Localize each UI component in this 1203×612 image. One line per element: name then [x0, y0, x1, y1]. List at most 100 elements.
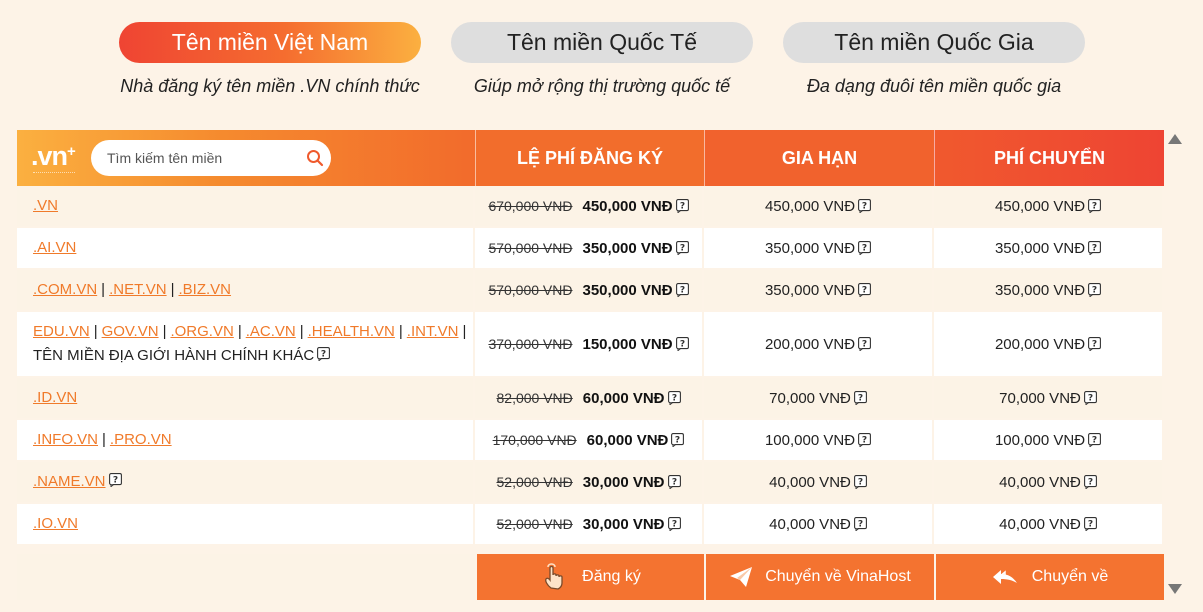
register-fee-cell: 52,000 VNĐ 30,000 VNĐ? — [475, 462, 704, 502]
help-icon[interactable]: ? — [1088, 433, 1101, 447]
tab-vietnam-domain[interactable]: Tên miền Việt Nam Nhà đăng ký tên miền .… — [119, 22, 421, 97]
help-icon[interactable]: ? — [853, 517, 867, 531]
help-icon[interactable]: ? — [675, 337, 689, 351]
svg-text:?: ? — [671, 393, 676, 403]
svg-text:?: ? — [862, 435, 867, 445]
domain-extension-link[interactable]: .VN — [33, 197, 58, 214]
svg-text:?: ? — [679, 339, 684, 349]
renew-fee-cell: 40,000 VNĐ? — [704, 504, 934, 544]
help-icon[interactable]: ? — [858, 337, 871, 351]
domain-tabs: Tên miền Việt Nam Nhà đăng ký tên miền .… — [0, 22, 1203, 102]
help-icon[interactable]: ? — [858, 433, 871, 447]
help-icon[interactable]: ? — [858, 199, 871, 213]
tab-international-domain-label[interactable]: Tên miền Quốc Tế — [451, 22, 753, 63]
svg-text:?: ? — [1088, 477, 1093, 487]
scrollbar[interactable] — [1166, 130, 1184, 600]
svg-text:?: ? — [112, 475, 117, 485]
help-icon[interactable]: ? — [1083, 391, 1097, 405]
domain-extension-link[interactable]: .HEALTH.VN — [308, 323, 395, 340]
scroll-up-arrow-icon[interactable] — [1168, 134, 1182, 144]
svg-text:?: ? — [675, 435, 680, 445]
search-icon[interactable] — [306, 149, 324, 167]
register-fee-cell: 670,000 VNĐ 450,000 VNĐ? — [475, 186, 704, 226]
domain-extension-link[interactable]: .COM.VN — [33, 281, 97, 298]
renew-price: 350,000 VNĐ — [764, 281, 856, 299]
domain-extension-link[interactable]: .NAME.VN — [33, 473, 106, 490]
domain-extension-link[interactable]: .IO.VN — [33, 515, 78, 532]
tab-international-domain[interactable]: Tên miền Quốc Tế Giúp mở rộng thị trường… — [451, 22, 753, 97]
transfer-fee-cell: 100,000 VNĐ? — [934, 420, 1164, 460]
help-icon[interactable]: ? — [667, 391, 681, 405]
svg-text:?: ? — [671, 477, 676, 487]
help-icon[interactable]: ? — [671, 433, 685, 447]
tab-country-domain-subtitle: Đa dạng đuôi tên miền quốc gia — [806, 76, 1062, 96]
renew-fee-cell: 100,000 VNĐ? — [704, 420, 934, 460]
help-icon[interactable]: ? — [675, 283, 689, 297]
help-icon[interactable]: ? — [1088, 337, 1101, 351]
svg-text:?: ? — [1092, 201, 1097, 211]
renew-fee-cell: 350,000 VNĐ? — [704, 270, 934, 310]
help-icon[interactable]: ? — [667, 475, 681, 489]
help-icon[interactable]: ? — [317, 347, 331, 361]
discount-price: 60,000 VNĐ — [582, 389, 665, 407]
domain-extension-link[interactable]: .ORG.VN — [170, 323, 233, 340]
svg-text:?: ? — [671, 519, 676, 529]
renew-price: 70,000 VNĐ — [769, 389, 851, 407]
discount-price: 30,000 VNĐ — [582, 515, 665, 533]
domain-extension-cell: .ID.VN — [17, 378, 475, 418]
table-row: EDU.VN | GOV.VN | .ORG.VN | .AC.VN | .HEALTH.VN |… — [17, 312, 1164, 378]
transfer-back-label: Chuyển về — [1031, 568, 1109, 585]
help-icon[interactable]: ? — [858, 241, 871, 255]
table-row: .IO.VN 52,000 VNĐ 30,000 VNĐ? 40,000 VNĐ? 40… — [17, 504, 1164, 546]
help-icon[interactable]: ? — [108, 473, 122, 487]
tab-vietnam-domain-label[interactable]: Tên miền Việt Nam — [119, 22, 421, 63]
help-icon[interactable]: ? — [858, 283, 871, 297]
transfer-to-vinahost-button[interactable]: Chuyển về VinaHost — [704, 554, 934, 600]
domain-extension-link[interactable]: .ID.VN — [33, 389, 77, 406]
help-icon[interactable]: ? — [1088, 283, 1101, 297]
transfer-back-button[interactable]: Chuyển về — [934, 554, 1164, 600]
domain-extension-link[interactable]: .INT.VN — [407, 323, 459, 340]
scroll-down-arrow-icon[interactable] — [1168, 584, 1182, 594]
transfer-fee-cell: 450,000 VNĐ? — [934, 186, 1164, 226]
help-icon[interactable]: ? — [1088, 199, 1101, 213]
search-input[interactable] — [107, 148, 297, 168]
svg-text:?: ? — [321, 349, 326, 359]
table-row: .INFO.VN | .PRO.VN 170,000 VNĐ 60,000 VNĐ? 10… — [17, 420, 1164, 462]
domain-extension-link[interactable]: .BIZ.VN — [179, 281, 232, 298]
domain-extension-link[interactable]: .PRO.VN — [110, 431, 172, 448]
domain-extension-cell: .VN — [17, 186, 475, 226]
tab-country-domain[interactable]: Tên miền Quốc Gia Đa dạng đuôi tên miền … — [783, 22, 1085, 97]
action-bar: Đăng ký Chuyển về VinaHost Chuyển về — [17, 554, 1164, 600]
help-icon[interactable]: ? — [853, 475, 867, 489]
help-icon[interactable]: ? — [1083, 517, 1097, 531]
domain-extension-link[interactable]: .AI.VN — [33, 239, 76, 256]
svg-text:?: ? — [679, 285, 684, 295]
help-icon[interactable]: ? — [1088, 241, 1101, 255]
help-icon[interactable]: ? — [675, 241, 689, 255]
help-icon[interactable]: ? — [1083, 475, 1097, 489]
domain-extension-link[interactable]: .NET.VN — [109, 281, 167, 298]
svg-text:?: ? — [862, 201, 867, 211]
vn-logo: .vn+ — [31, 143, 76, 173]
help-icon[interactable]: ? — [675, 199, 689, 213]
original-price: 370,000 VNĐ — [488, 336, 573, 352]
domain-extension-cell: .AI.VN — [17, 228, 475, 268]
search-box — [91, 140, 331, 176]
tab-country-domain-label[interactable]: Tên miền Quốc Gia — [783, 22, 1085, 63]
svg-text:?: ? — [862, 243, 867, 253]
discount-price: 60,000 VNĐ — [586, 431, 669, 449]
domain-extension-link[interactable]: .AC.VN — [246, 323, 296, 340]
original-price: 670,000 VNĐ — [488, 198, 573, 214]
register-button[interactable]: Đăng ký — [475, 554, 704, 600]
domain-extension-link[interactable]: EDU.VN — [33, 323, 90, 340]
renew-price: 100,000 VNĐ — [764, 431, 856, 449]
domain-extension-link[interactable]: GOV.VN — [102, 323, 159, 340]
header-register-fee: LỆ PHÍ ĐĂNG KÝ — [475, 130, 704, 186]
help-icon[interactable]: ? — [853, 391, 867, 405]
domain-extension-link[interactable]: .INFO.VN — [33, 431, 98, 448]
transfer-fee-cell: 200,000 VNĐ? — [934, 312, 1164, 376]
domain-extension-cell: EDU.VN | GOV.VN | .ORG.VN | .AC.VN | .HEALTH.VN |… — [17, 312, 475, 376]
register-button-label: Đăng ký — [582, 568, 641, 585]
help-icon[interactable]: ? — [667, 517, 681, 531]
